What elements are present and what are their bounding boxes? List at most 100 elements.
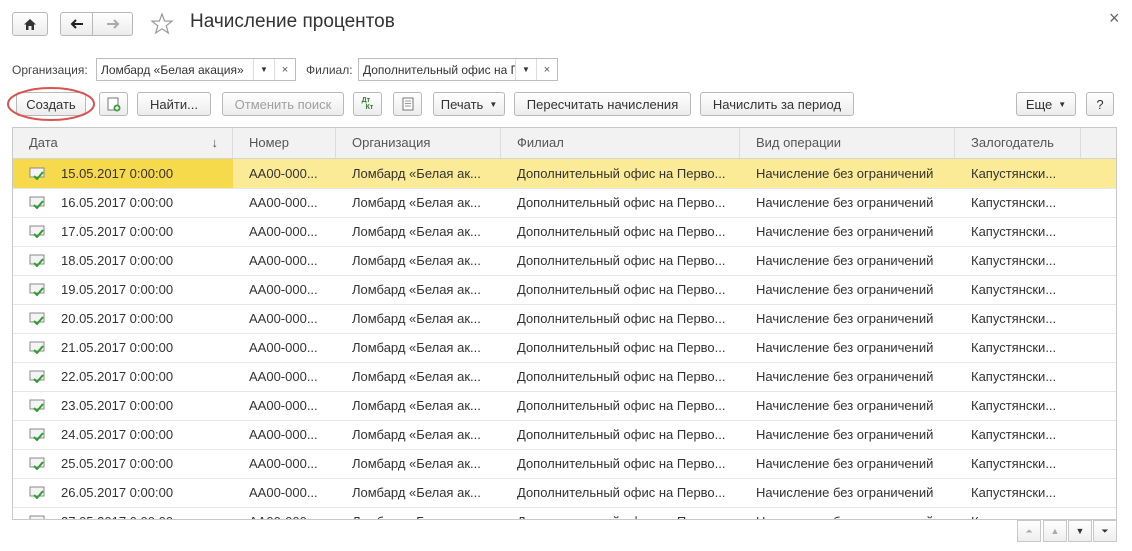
cell-op: Начисление без ограничений [740,507,955,519]
cell-pledger: Капустянски... [971,311,1057,326]
cell-op: Начисление без ограничений [756,195,934,210]
table-row[interactable]: 18.05.2017 0:00:00 АА00-000... Ломбард «Бе… [13,246,1116,276]
report-button[interactable] [393,92,422,116]
cell-pledger: Капустянски... [971,485,1057,500]
accrue-period-button[interactable]: Начислить за период [700,92,854,116]
table-row[interactable]: 21.05.2017 0:00:00 АА00-000... Ломбард «Бе… [13,333,1116,363]
cell-date: 26.05.2017 0:00:00 [61,485,174,500]
cell-pledger: Капустянски... [971,195,1057,210]
cell-date: 18.05.2017 0:00:00 [61,253,174,268]
column-header-org[interactable]: Организация [336,128,501,158]
arrow-left-icon [70,19,83,29]
posted-document-icon [29,370,45,383]
clear-icon[interactable]: × [274,59,295,80]
cell-pledger: Капустянски... [971,340,1057,355]
column-header-pledger[interactable]: Залогодатель [955,128,1081,158]
column-header-number[interactable]: Номер [233,128,336,158]
cell-branch: Дополнительный офис на Перво... [517,456,726,471]
table-header: Дата ↓ Номер Организация Филиал Вид опер… [13,128,1116,159]
table-row[interactable]: 26.05.2017 0:00:00 АА00-000... Ломбард «Бе… [13,478,1116,508]
cell-branch: Дополнительный офис на Перво... [517,369,726,384]
close-icon[interactable]: × [1109,8,1120,29]
cell-branch: Дополнительный офис на Перво... [517,253,726,268]
cell-number: АА00-000... [249,282,318,297]
table-row[interactable]: 24.05.2017 0:00:00 АА00-000... Ломбард «Бе… [13,420,1116,450]
more-button[interactable]: Еще ▼ [1016,92,1076,116]
column-header-date[interactable]: Дата ↓ [13,128,233,158]
forward-button[interactable] [92,12,133,36]
table-row[interactable]: 27.05.2017 0:00:00АА00-000...Ломбард «Бе… [13,507,1116,519]
cell-number: АА00-000... [249,253,318,268]
scroll-top-button[interactable]: ⏶ [1017,520,1041,542]
cell-branch: Дополнительный офис на Перво... [501,507,740,519]
org-filter-field[interactable]: Ломбард «Белая акация» ▼ × [96,58,296,81]
arrow-right-icon [106,19,119,29]
branch-filter-value[interactable]: Дополнительный офис на Первомайской [359,63,515,77]
cell-org: Ломбард «Белая ак... [352,311,481,326]
dt-kt-button[interactable]: Дт Кт [353,92,382,116]
clear-icon[interactable]: × [536,59,557,80]
dt-kt-icon: Дт Кт [361,97,374,111]
posted-document-icon [29,312,45,325]
table-row[interactable]: 19.05.2017 0:00:00 АА00-000... Ломбард «Бе… [13,275,1116,305]
branch-filter-field[interactable]: Дополнительный офис на Первомайской ▼ × [358,58,558,81]
posted-document-icon [29,283,45,296]
cell-date: 16.05.2017 0:00:00 [61,195,174,210]
find-button[interactable]: Найти... [137,92,211,116]
create-highlight-ellipse [7,87,95,121]
more-button-label: Еще [1025,96,1053,112]
posted-document-icon [29,254,45,267]
print-button[interactable]: Печать ▼ [433,92,505,116]
scroll-bottom-button[interactable]: ⏷ [1093,520,1117,542]
table-row[interactable]: 17.05.2017 0:00:00 АА00-000... Ломбард «Бе… [13,217,1116,247]
help-button[interactable]: ? [1086,92,1114,116]
table-row[interactable]: 25.05.2017 0:00:00 АА00-000... Ломбард «Бе… [13,449,1116,479]
cell-number: АА00-000... [249,456,318,471]
cell-pledger: Капустянски... [971,166,1057,181]
favorite-star-button[interactable] [150,12,174,36]
table-row[interactable]: 20.05.2017 0:00:00 АА00-000... Ломбард «Бе… [13,304,1116,334]
cell-op: Начисление без ограничений [756,369,934,384]
posted-document-icon [29,428,45,441]
cancel-search-button[interactable]: Отменить поиск [222,92,344,116]
posted-document-icon [29,167,45,180]
copy-add-icon [107,97,120,111]
documents-table[interactable]: Дата ↓ Номер Организация Филиал Вид опер… [12,127,1117,520]
posted-document-icon [29,515,45,519]
column-header-operation[interactable]: Вид операции [740,128,955,158]
table-row[interactable]: 22.05.2017 0:00:00 АА00-000... Ломбард «Бе… [13,362,1116,392]
cell-date: 25.05.2017 0:00:00 [61,456,174,471]
posted-document-icon [29,341,45,354]
chevron-down-icon[interactable]: ▼ [515,59,536,80]
home-button[interactable] [12,12,48,36]
chevron-down-icon[interactable]: ▼ [253,59,274,80]
sort-desc-icon: ↓ [211,135,219,150]
posted-document-icon [29,399,45,412]
cell-org: Ломбард «Белая ак... [352,282,481,297]
table-row[interactable]: 16.05.2017 0:00:00 АА00-000... Ломбард «Бе… [13,188,1116,218]
cell-org: Ломбард «Белая ак... [352,456,481,471]
cell-branch: Дополнительный офис на Перво... [517,195,726,210]
cell-org: Ломбард «Белая ак... [336,507,501,519]
cell-op: Начисление без ограничений [756,282,934,297]
org-filter-value[interactable]: Ломбард «Белая акация» [97,63,253,77]
page-title: Начисление процентов [190,11,395,32]
table-row[interactable]: 15.05.2017 0:00:00 АА00-000... Ломбард «Бе… [13,159,1116,189]
scroll-down-button[interactable]: ▼ [1068,520,1092,542]
recalc-button[interactable]: Пересчитать начисления [514,92,691,116]
cell-date: 17.05.2017 0:00:00 [61,224,174,239]
print-button-label: Печать [440,96,484,112]
back-button[interactable] [60,12,93,36]
cell-number: АА00-000... [249,485,318,500]
copy-button[interactable] [99,92,128,116]
report-icon [402,97,413,111]
cell-pledger: Капустянски... [971,427,1057,442]
table-row[interactable]: 23.05.2017 0:00:00 АА00-000... Ломбард «Бе… [13,391,1116,421]
cell-branch: Дополнительный офис на Перво... [517,485,726,500]
scroll-up-button[interactable]: ▲ [1043,520,1067,542]
column-header-branch[interactable]: Филиал [501,128,740,158]
cell-org: Ломбард «Белая ак... [352,398,481,413]
cell-date: 21.05.2017 0:00:00 [61,340,174,355]
cell-date: 27.05.2017 0:00:00 [13,507,233,519]
cell-number: АА00-000... [249,195,318,210]
